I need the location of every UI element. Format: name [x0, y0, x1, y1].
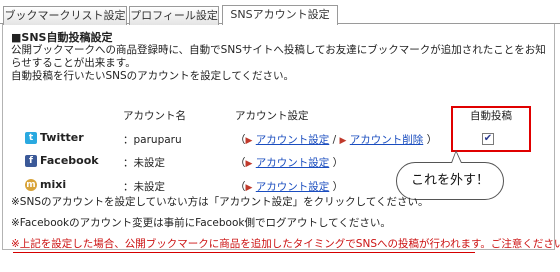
account-name-value: ：paruparu	[123, 134, 182, 146]
account-delete-link[interactable]: アカウント削除	[350, 134, 424, 146]
description-line: 公開ブックマークへの商品登録時に、自動でSNSサイトへ投稿してお友達にブックマー…	[11, 44, 546, 69]
auto-post-highlight-box	[451, 106, 531, 152]
tab-sns-account-settings[interactable]: SNSアカウント設定	[222, 5, 338, 25]
service-label: m mixi	[25, 178, 66, 191]
mixi-icon: m	[25, 178, 37, 191]
arrow-right-icon: ▶	[245, 159, 253, 169]
tab-profile-settings[interactable]: プロフィール設定	[129, 6, 219, 25]
notes-list: ※SNSのアカウントを設定していない方は「アカウント設定」をクリックしてください…	[11, 192, 560, 255]
speech-bubble-tail-fill	[452, 152, 461, 163]
twitter-icon: t	[25, 131, 37, 144]
account-settings-link[interactable]: アカウント設定	[256, 157, 330, 169]
arrow-right-icon: ▶	[245, 136, 253, 146]
account-settings-link[interactable]: アカウント設定	[256, 134, 330, 146]
service-label: t Twitter	[25, 131, 84, 144]
service-name: Facebook	[40, 154, 99, 167]
note-item: ※Facebookのアカウント変更は事前にFacebook側でログアウトしてくだ…	[11, 217, 391, 229]
description-line: 自動投稿を行いたいSNSのアカウントを設定してください。	[11, 70, 295, 82]
account-settings-links: （▶ アカウント設定 / ▶ アカウント削除 ）	[235, 134, 438, 146]
arrow-right-icon: ▶	[339, 136, 347, 146]
note-item: ※SNSのアカウントを設定していない方は「アカウント設定」をクリックしてください…	[11, 196, 429, 208]
account-name-value: ：未設定	[123, 157, 165, 169]
account-settings-links: （▶ アカウント設定 ）	[235, 157, 344, 169]
section-description: 公開ブックマークへの商品登録時に、自動でSNSサイトへ投稿してお友達にブックマー…	[11, 44, 551, 83]
service-label: f Facebook	[25, 154, 99, 167]
service-name: mixi	[40, 178, 67, 191]
facebook-icon: f	[25, 154, 37, 167]
warning-underline	[13, 252, 475, 253]
service-name: Twitter	[40, 131, 84, 144]
column-header-account-settings: アカウント設定	[235, 110, 309, 122]
sns-settings-panel: ■SNS自動投稿設定 公開ブックマークへの商品登録時に、自動でSNSサイトへ投稿…	[2, 24, 560, 253]
section-title: ■SNS自動投稿設定	[11, 31, 113, 44]
tab-bar: ブックマークリスト設定 プロフィール設定 SNSアカウント設定	[0, 4, 560, 25]
column-header-account-name: アカウント名	[123, 110, 186, 122]
tab-bookmark-list-settings[interactable]: ブックマークリスト設定	[3, 6, 127, 25]
